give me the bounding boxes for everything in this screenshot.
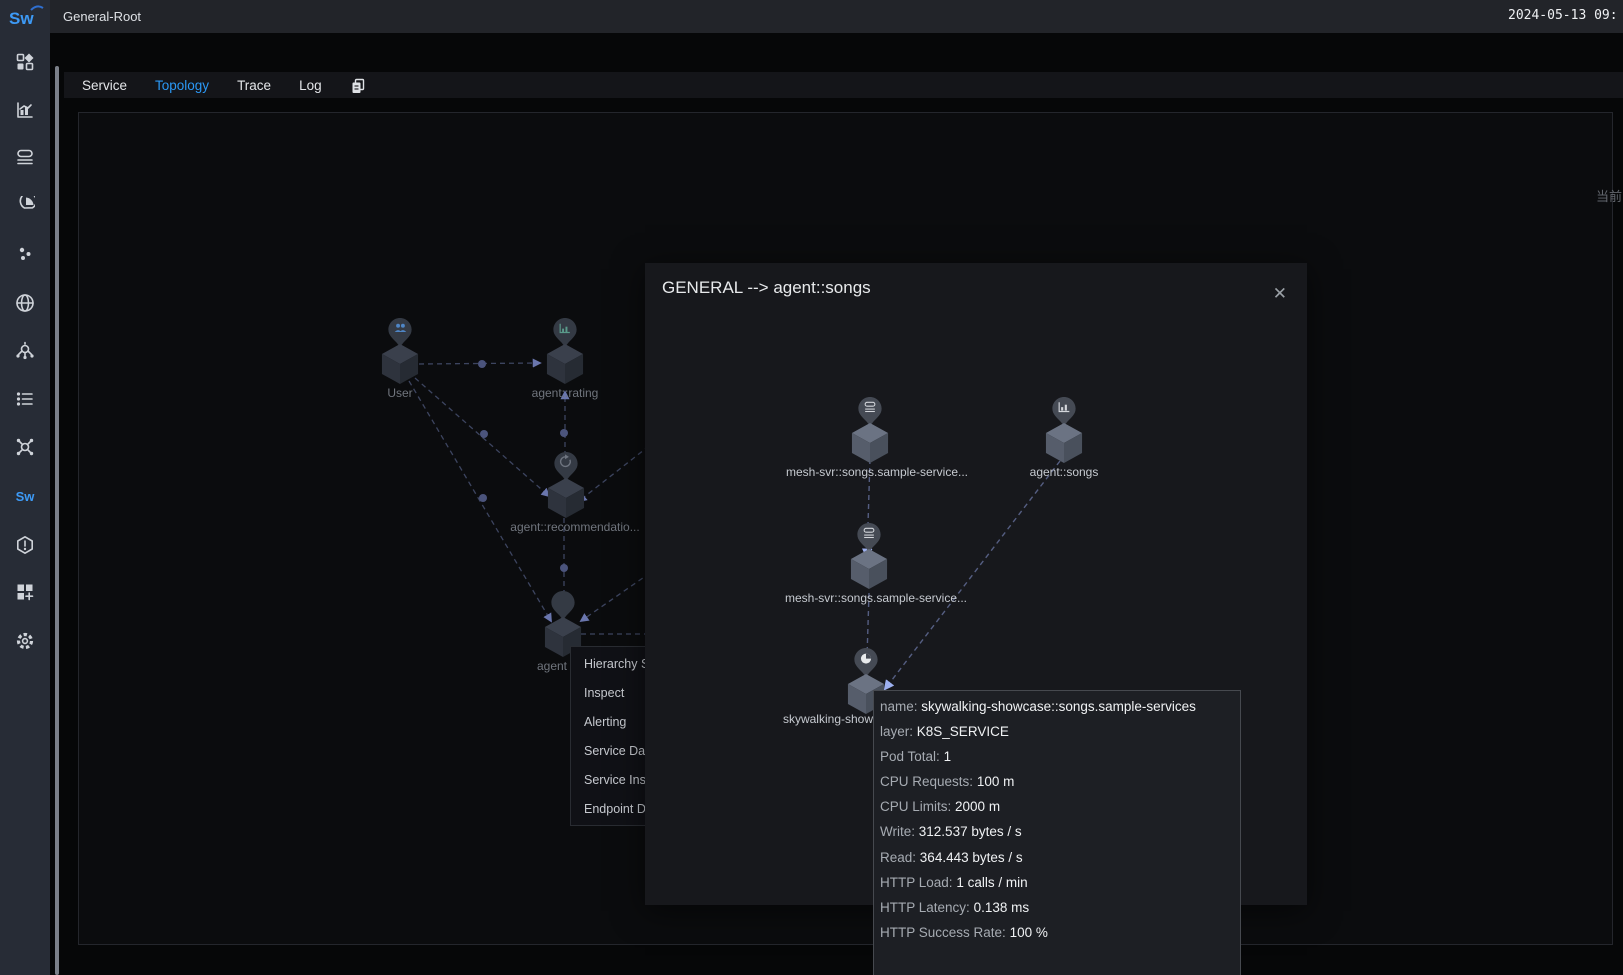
tooltip-value: 364.443 bytes / s — [920, 850, 1023, 865]
depth-label: 当前 — [1596, 186, 1622, 205]
bar-chart-icon — [15, 100, 35, 120]
tooltip-value: 100 m — [977, 774, 1015, 789]
network-icon — [15, 437, 35, 457]
sidebar-item-profile[interactable] — [0, 186, 50, 226]
node-label: mesh-svr::songs.sample-service... — [785, 591, 967, 605]
vertical-scrollbar[interactable] — [55, 66, 59, 975]
sidebar: Sw — [0, 0, 50, 975]
svg-text:Sw: Sw — [9, 9, 34, 28]
service-cube — [1045, 422, 1083, 464]
node-label: agent::rating — [532, 386, 599, 400]
sidebar-item-widgets[interactable] — [0, 572, 50, 612]
dashboard-tabs: Service Topology Trace Log — [64, 72, 1623, 98]
tooltip-value: skywalking-showcase::songs.sample-servic… — [921, 699, 1196, 714]
tooltip-value: 1 calls / min — [956, 875, 1027, 890]
sidebar-item-settings[interactable] — [0, 621, 50, 661]
tooltip-label: CPU Limits: — [880, 799, 951, 814]
sidebar-item-browser[interactable] — [0, 283, 50, 323]
top-header: General-Root 2024-05-13 09: — [50, 0, 1623, 33]
close-icon[interactable]: ✕ — [1273, 285, 1287, 302]
tab-service[interactable]: Service — [82, 78, 127, 93]
tooltip-label: CPU Requests: — [880, 774, 973, 789]
tab-trace[interactable]: Trace — [237, 78, 271, 93]
node-label: agent::recommendatio... — [510, 520, 639, 534]
service-cube — [546, 343, 584, 385]
tooltip-label: Read: — [880, 850, 916, 865]
tab-topology[interactable]: Topology — [155, 78, 209, 93]
tooltip-label: Pod Total: — [880, 749, 940, 764]
globe-icon — [15, 293, 35, 313]
tooltip-label: layer: — [880, 724, 913, 739]
modal-node-agent-songs[interactable]: agent::songs — [984, 396, 1144, 479]
scatter-dots-icon — [15, 244, 35, 264]
sidebar-item-dashboard[interactable] — [0, 42, 50, 82]
node-label: agent — [537, 659, 567, 673]
sidebar-item-database[interactable] — [0, 137, 50, 177]
database-icon — [15, 147, 35, 167]
tooltip-value: K8S_SERVICE — [917, 724, 1009, 739]
service-tooltip: name: skywalking-showcase::songs.sample-… — [873, 690, 1241, 975]
gear-icon — [15, 631, 35, 651]
topology-node-user[interactable]: User — [320, 317, 480, 400]
sidebar-item-service-mesh[interactable] — [0, 331, 50, 371]
node-label: mesh-svr::songs.sample-service... — [786, 465, 968, 479]
tooltip-label: name: — [880, 699, 918, 714]
tooltip-value: 1 — [944, 749, 952, 764]
page-title: General-Root — [63, 9, 141, 24]
pie-chart-icon — [15, 196, 35, 216]
tooltip-value: 0.138 ms — [974, 900, 1030, 915]
service-cube — [851, 422, 889, 464]
alert-hexagon-icon — [15, 535, 35, 555]
topology-node-agent-rating[interactable]: agent::rating — [485, 317, 645, 400]
sidebar-item-topology[interactable] — [0, 427, 50, 467]
service-cube — [850, 548, 888, 590]
node-label: User — [387, 386, 412, 400]
sidebar-item-metrics[interactable] — [0, 90, 50, 130]
skywalking-mini-logo: Sw — [16, 489, 35, 504]
modal-title: GENERAL --> agent::songs — [662, 278, 871, 298]
topology-node-agent-recommendation[interactable]: agent::recommendatio... — [486, 451, 646, 534]
modal-node-mesh-svr-songs-1[interactable]: mesh-svr::songs.sample-service... — [790, 396, 950, 479]
tooltip-value: 100 % — [1010, 925, 1048, 940]
service-cube — [547, 477, 585, 519]
tooltip-value: 2000 m — [955, 799, 1000, 814]
satellite-icon — [15, 341, 35, 361]
list-icon — [15, 389, 35, 409]
widgets-plus-icon — [15, 582, 35, 602]
tooltip-label: HTTP Success Rate: — [880, 925, 1006, 940]
modal-node-mesh-svr-songs-2[interactable]: mesh-svr::songs.sample-service... — [789, 522, 949, 605]
sidebar-item-skywalking[interactable]: Sw — [0, 476, 50, 516]
tooltip-label: HTTP Latency: — [880, 900, 970, 915]
tab-log[interactable]: Log — [299, 78, 322, 93]
sidebar-item-events[interactable] — [0, 234, 50, 274]
tooltip-value: 312.537 bytes / s — [919, 824, 1022, 839]
service-cube — [381, 343, 419, 385]
tooltip-label: Write: — [880, 824, 915, 839]
copy-icon — [350, 77, 366, 94]
skywalking-ui: Sw — [0, 0, 1623, 975]
sidebar-item-log[interactable] — [0, 379, 50, 419]
sidebar-item-alerting[interactable] — [0, 525, 50, 565]
node-label: agent::songs — [1030, 465, 1099, 479]
copy-tab-button[interactable] — [350, 77, 366, 94]
time-range-value[interactable]: 2024-05-13 09: — [1508, 8, 1623, 23]
dashboard-icon — [15, 52, 35, 72]
skywalking-logo[interactable]: Sw — [8, 4, 46, 30]
tooltip-label: HTTP Load: — [880, 875, 953, 890]
